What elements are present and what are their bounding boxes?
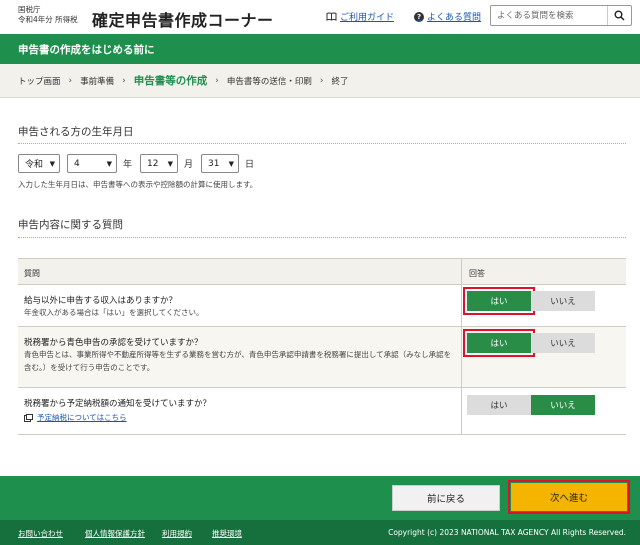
column-question: 質問 [24,269,40,278]
chevron-right-icon: › [68,75,73,86]
site-header: 国税庁 令和4年分 所得税 確定申告書作成コーナー ご利用ガイド ? よくある質… [0,0,640,34]
month-unit: 月 [184,160,194,170]
question-note: 青色申告とは、事業所得や不動産所得等を生ずる業務を営む方が、青色申告承認申請書を… [24,350,452,372]
table-header: 質問 回答 [18,259,626,285]
search-box [490,5,632,26]
column-divider [461,388,462,434]
page-banner: 申告書の作成をはじめる前に [0,34,640,64]
footer: お問い合わせ 個人情報保護方針 利用規約 推奨環境 Copyright (c) … [0,520,640,545]
chevron-down-icon: ▼ [228,159,235,168]
book-icon [326,12,337,21]
day-value: 31 [208,158,220,169]
no-button[interactable]: いいえ [531,333,595,353]
era-select[interactable]: 令和 ▼ [18,154,60,173]
site-title: 確定申告書作成コーナー [92,11,274,30]
next-button[interactable]: 次へ進む [508,480,630,514]
question-text: 給与以外に申告する収入はありますか？ [24,296,178,306]
chevron-right-icon: › [122,75,126,86]
footer-link-environment[interactable]: 推奨環境 [212,528,242,539]
footer-link-terms[interactable]: 利用規約 [162,528,192,539]
chevron-right-icon: › [319,75,324,86]
day-unit: 日 [245,160,255,170]
question-note: 年金収入がある場合は「はい」を選択してください。 [24,308,204,317]
section-divider [18,237,626,238]
year-unit: 年 [123,160,133,170]
step-finish: 終了 [331,76,349,87]
breadcrumb: トップ画面 › 事前準備 › 申告書等の作成 › 申告書等の送信・印刷 › 終了 [0,64,640,98]
question-text: 税務署から青色申告の承認を受けていますか？ [24,338,203,348]
step-top: トップ画面 [18,76,61,87]
guide-link[interactable]: ご利用ガイド [326,10,394,23]
chevron-down-icon: ▼ [167,159,174,168]
agency-label: 国税庁 令和4年分 所得税 [18,5,78,25]
questions-table: 質問 回答 給与以外に申告する収入はありますか？ 年金収入がある場合は「はい」を… [18,258,626,435]
question-row-other-income: 給与以外に申告する収入はありますか？ 年金収入がある場合は「はい」を選択してくだ… [18,285,626,327]
prepayment-link[interactable]: 予定納税についてはこちら [24,412,127,423]
no-button[interactable]: いいえ [531,395,595,415]
month-select[interactable]: 12 ▼ [140,154,179,173]
year-select[interactable]: 4 ▼ [67,154,117,173]
yes-button[interactable]: はい [463,287,535,315]
birth-section-title: 申告される方の生年月日 [18,126,134,138]
search-icon [614,10,625,21]
year-value: 4 [74,158,80,169]
column-answer: 回答 [469,269,485,278]
agency-name: 国税庁 [18,5,41,14]
question-icon: ? [414,11,424,22]
external-window-icon [24,413,33,422]
faq-link[interactable]: ? よくある質問 [414,10,481,23]
section-divider [18,143,626,144]
footer-link-contact[interactable]: お問い合わせ [18,528,63,539]
footer-link-privacy[interactable]: 個人情報保護方針 [85,528,145,539]
prepayment-link-label: 予定納税についてはこちら [37,413,127,422]
agency-year: 令和4年分 [18,15,53,24]
month-value: 12 [147,158,159,169]
question-row-blue-return: 税務署から青色申告の承認を受けていますか？ 青色申告とは、事業所得や不動産所得等… [18,327,626,388]
no-button[interactable]: いいえ [531,291,595,311]
chevron-right-icon: › [215,75,219,86]
back-button[interactable]: 前に戻る [392,485,500,511]
era-value: 令和 [25,160,44,170]
guide-link-label: ご利用ガイド [340,13,395,23]
birth-date-row: 令和 ▼ 4 ▼ 年 12 ▼ 月 31 ▼ 日 [18,154,254,173]
yes-button[interactable]: はい [467,395,531,415]
step-send-print: 申告書等の送信・印刷 [226,76,312,87]
questions-section-title: 申告内容に関する質問 [18,219,123,231]
column-divider [461,259,462,284]
question-row-prepayment: 税務署から予定納税額の通知を受けていますか？ 予定納税についてはこちら はい い… [18,388,626,435]
search-input[interactable] [491,6,607,25]
yes-button[interactable]: はい [463,329,535,357]
chevron-down-icon: ▼ [106,159,112,168]
birth-note: 入力した生年月日は、申告書等への表示や控除額の計算に使用します。 [18,180,258,189]
search-button[interactable] [607,6,631,25]
question-text: 税務署から予定納税額の通知を受けていますか？ [24,399,212,409]
copyright: Copyright (c) 2023 NATIONAL TAX AGENCY A… [388,528,626,537]
agency-tax: 所得税 [55,15,78,24]
column-divider [461,285,462,326]
faq-link-label: よくある質問 [427,13,482,23]
step-current: 申告書等の作成 [133,75,208,87]
day-select[interactable]: 31 ▼ [201,154,240,173]
step-prepare: 事前準備 [80,76,115,87]
column-divider [461,327,462,387]
chevron-down-icon: ▼ [49,159,55,168]
